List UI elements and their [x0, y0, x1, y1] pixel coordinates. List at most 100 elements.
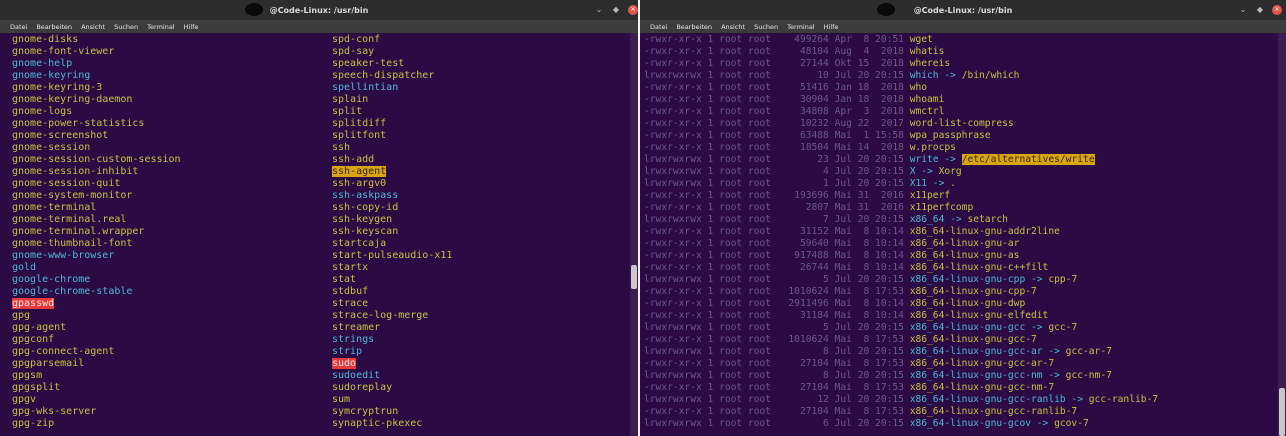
listing-line: gnome-keyring	[12, 70, 181, 82]
listing-line: spd-say	[332, 46, 452, 58]
menu-ansicht[interactable]: Ansicht	[80, 23, 106, 31]
listing-line: strace	[332, 298, 452, 310]
file-name: gnome-session-custom-session	[12, 154, 181, 165]
listing-line: gnome-session-quit	[12, 178, 181, 190]
listing-line: ssh-add	[332, 154, 452, 166]
menu-terminal[interactable]: Terminal	[786, 23, 815, 31]
listing-row: lrwxrwxrwx 1 root root 6 Jul 20 20:15 x8…	[644, 418, 1158, 430]
file-name: google-chrome	[12, 274, 91, 285]
terminal-window-left[interactable]: @Code-Linux: /usr/bin ⌄ ◆ ✕ Datei Bearbe…	[0, 0, 638, 436]
title-bar[interactable]: @Code-Linux: /usr/bin ⌄ ◆ ✕	[640, 0, 1286, 20]
menu-suchen[interactable]: Suchen	[113, 23, 139, 31]
file-name: word-list-compress	[909, 118, 1014, 129]
file-name: gnome-terminal	[12, 202, 97, 213]
terminal-output[interactable]: gnome-disks gnome-font-viewer gnome-help gn…	[0, 33, 638, 436]
file-name: strings	[332, 334, 375, 345]
file-name: strace	[332, 298, 369, 309]
listing-line: strace-log-merge	[332, 310, 452, 322]
file-name: ssh-keygen	[332, 214, 393, 225]
file-name: gnome-thumbnail-font	[12, 238, 133, 249]
file-name: splitdiff	[332, 118, 387, 129]
listing-line: spellintian	[332, 82, 452, 94]
listing-line: gpgparsemail	[12, 358, 181, 370]
file-meta: -rwxr-xr-x 1 root root 59640 Mai 8 10:14	[644, 238, 910, 249]
scrollbar-thumb[interactable]	[631, 265, 637, 289]
symlink-arrow: ->	[927, 178, 951, 189]
file-meta: -rwxr-xr-x 1 root root 27104 Mai 8 17:53	[644, 358, 910, 369]
listing-line: ssh-askpass	[332, 190, 452, 202]
menu-hilfe[interactable]: Hilfe	[823, 23, 840, 31]
chevron-down-icon[interactable]: ⌄	[1238, 5, 1248, 15]
file-name: gnome-power-statistics	[12, 118, 145, 129]
file-name: start-pulseaudio-x11	[332, 250, 453, 261]
file-name: strip	[332, 346, 363, 357]
listing-line: gnome-logs	[12, 106, 181, 118]
file-meta: -rwxr-xr-x 1 root root 499264 Apr 8 20:5…	[644, 34, 910, 45]
listing-line: gpgv	[12, 394, 181, 406]
file-name: speech-dispatcher	[332, 70, 435, 81]
listing-line: gnome-thumbnail-font	[12, 238, 181, 250]
scrollbar-thumb[interactable]	[1279, 388, 1285, 436]
file-name: wget	[909, 34, 933, 45]
listing-line: spd-conf	[332, 34, 452, 46]
file-name: symcryptrun	[332, 406, 399, 417]
file-meta: -rwxr-xr-x 1 root root 31184 Mai 8 10:14	[644, 310, 910, 321]
file-name: x11perf	[909, 190, 951, 201]
file-name: which	[909, 70, 939, 81]
listing-line: startcaja	[332, 238, 452, 250]
file-meta: -rwxr-xr-x 1 root root 51416 Jan 18 2018	[644, 82, 910, 93]
maximize-icon[interactable]: ◆	[1255, 5, 1265, 15]
menu-terminal[interactable]: Terminal	[146, 23, 175, 31]
menu-ansicht[interactable]: Ansicht	[720, 23, 746, 31]
listing-line: gnome-session-inhibit	[12, 166, 181, 178]
listing-row: lrwxrwxrwx 1 root root 12 Jul 20 20:15 x…	[644, 394, 1158, 406]
listing-line: gpasswd	[12, 298, 181, 310]
file-name: splain	[332, 94, 369, 105]
file-name: x86_64-linux-gnu-dwp	[909, 298, 1026, 309]
symlink-target: cpp-7	[1048, 274, 1078, 285]
menu-bearbeiten[interactable]: Bearbeiten	[35, 23, 73, 31]
file-name: spellintian	[332, 82, 399, 93]
file-name: whoami	[909, 94, 945, 105]
close-icon[interactable]: ✕	[628, 5, 638, 15]
file-meta: -rwxr-xr-x 1 root root 10232 Aug 22 2017	[644, 118, 910, 129]
symlink-target: gcc-7	[1048, 322, 1078, 333]
file-meta: -rwxr-xr-x 1 root root 917488 Mai 8 10:1…	[644, 250, 910, 261]
menu-suchen[interactable]: Suchen	[753, 23, 779, 31]
symlink-arrow: ->	[1065, 394, 1089, 405]
listing-line: stdbuf	[332, 286, 452, 298]
scrollbar[interactable]	[630, 33, 638, 436]
menu-hilfe[interactable]: Hilfe	[183, 23, 200, 31]
listing-line: gnome-font-viewer	[12, 46, 181, 58]
terminal-output[interactable]: -rwxr-xr-x 1 root root 499264 Apr 8 20:5…	[640, 33, 1286, 436]
listing-line: gnome-system-monitor	[12, 190, 181, 202]
window-title: @Code-Linux: /usr/bin	[913, 6, 1013, 15]
listing-line: stat	[332, 274, 452, 286]
listing-line: start-pulseaudio-x11	[332, 250, 452, 262]
listing-line: symcryptrun	[332, 406, 452, 418]
file-name: w.procps	[909, 142, 956, 153]
listing-row: -rwxr-xr-x 1 root root 31152 Mai 8 10:14…	[644, 226, 1158, 238]
listing-row: lrwxrwxrwx 1 root root 7 Jul 20 20:15 x8…	[644, 214, 1158, 226]
maximize-icon[interactable]: ◆	[611, 5, 621, 15]
symlink-arrow: ->	[1042, 346, 1066, 357]
file-name: ssh-keyscan	[332, 226, 399, 237]
scrollbar[interactable]	[1278, 33, 1286, 436]
title-bar[interactable]: @Code-Linux: /usr/bin ⌄ ◆ ✕	[0, 0, 638, 20]
file-name: splitfont	[332, 130, 387, 141]
listing-row: lrwxrwxrwx 1 root root 5 Jul 20 20:15 x8…	[644, 322, 1158, 334]
file-name: ssh-copy-id	[332, 202, 399, 213]
file-name: x86_64-linux-gnu-gcc-ranlib	[909, 394, 1066, 405]
file-name: strace-log-merge	[332, 310, 429, 321]
menu-datei[interactable]: Datei	[9, 23, 28, 31]
listing-line: gold	[12, 262, 181, 274]
terminal-window-right[interactable]: @Code-Linux: /usr/bin ⌄ ◆ ✕ Datei Bearbe…	[640, 0, 1286, 436]
symlink-arrow: ->	[944, 214, 968, 225]
menu-bearbeiten[interactable]: Bearbeiten	[675, 23, 713, 31]
menu-datei[interactable]: Datei	[649, 23, 668, 31]
file-meta: lrwxrwxrwx 1 root root 10 Jul 20 20:15	[644, 70, 910, 81]
close-icon[interactable]: ✕	[1272, 5, 1282, 15]
listing-line: startx	[332, 262, 452, 274]
file-name: x86_64-linux-gnu-gcc-ar	[909, 346, 1043, 357]
chevron-down-icon[interactable]: ⌄	[594, 5, 604, 15]
